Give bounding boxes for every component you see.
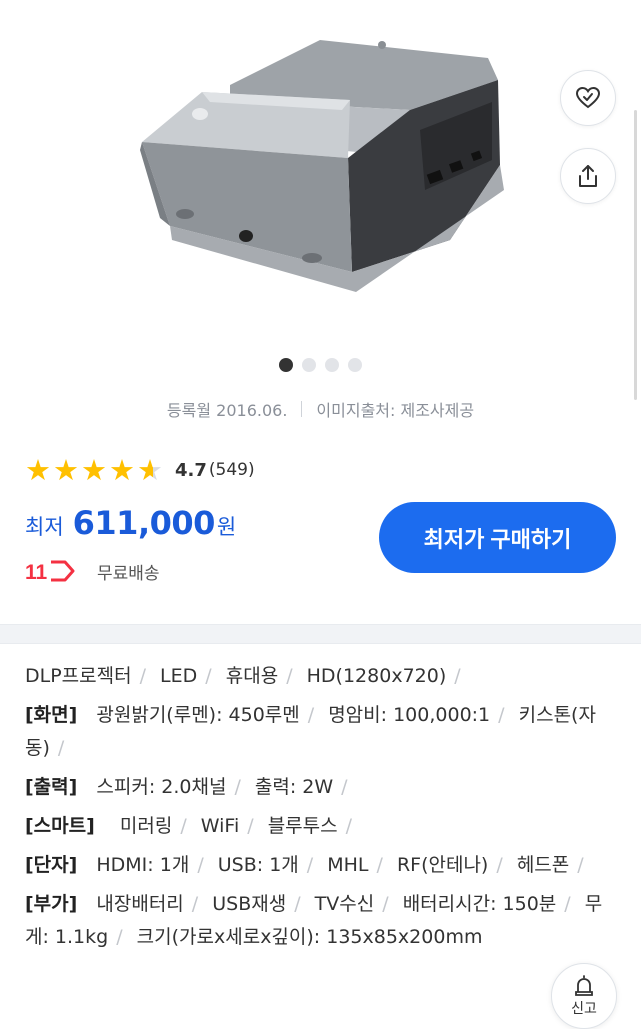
wishlist-button[interactable] bbox=[560, 70, 616, 126]
spec-ports: [단자] HDMI: 1개 / USB: 1개 / MHL / RF(안테나) / 헤드… bbox=[25, 854, 584, 876]
report-button[interactable]: 신고 bbox=[551, 963, 617, 1029]
spec-label: [화면] bbox=[25, 704, 78, 726]
spec-value: TV수신 bbox=[314, 893, 375, 915]
divider bbox=[301, 401, 303, 417]
spec-tag[interactable]: HD(1280x720) bbox=[307, 665, 447, 687]
price-prefix: 최저 bbox=[25, 515, 64, 539]
carousel-dot[interactable] bbox=[302, 358, 316, 372]
spec-value: 블루투스 bbox=[267, 815, 338, 837]
spec-tag[interactable]: 휴대용 bbox=[226, 665, 278, 687]
carousel-indicator bbox=[0, 358, 641, 372]
review-count[interactable]: (549) bbox=[209, 460, 255, 480]
spec-label: [단자] bbox=[25, 854, 78, 876]
spec-value: WiFi bbox=[200, 815, 240, 837]
star-icon: ★ bbox=[53, 453, 79, 487]
spec-value: USB: 1개 bbox=[217, 854, 299, 876]
spec-extra: [부가] 내장배터리 / USB재생 / TV수신 / 배터리시간: 150분 / 무게… bbox=[25, 893, 603, 948]
seller-info[interactable]: 11 무료배송 bbox=[25, 556, 160, 586]
section-divider bbox=[0, 624, 641, 644]
heart-check-icon bbox=[575, 86, 601, 109]
spec-value: 내장배터리 bbox=[96, 893, 184, 915]
image-meta: 등록월 2016.06. 이미지출처: 제조사제공 bbox=[0, 397, 641, 421]
spec-value: MHL bbox=[327, 854, 369, 876]
spec-value: 스피커: 2.0채널 bbox=[96, 776, 227, 798]
spec-label: [출력] bbox=[25, 776, 78, 798]
star-icon: ★ bbox=[25, 453, 51, 487]
spec-screen: [화면] 광원밝기(루멘): 450루멘 / 명암비: 100,000:1/ 키스… bbox=[25, 704, 596, 759]
product-image-area[interactable] bbox=[0, 40, 641, 440]
spec-tag[interactable]: DLP프로젝터 bbox=[25, 665, 132, 687]
share-icon bbox=[579, 165, 597, 187]
price-value: 611,000 bbox=[72, 504, 216, 542]
registered-date: 등록월 2016.06. bbox=[166, 401, 288, 420]
carousel-dot[interactable] bbox=[325, 358, 339, 372]
rating[interactable]: ★ ★ ★ ★ ★ 4.7 (549) bbox=[25, 455, 255, 485]
spec-value: 배터리시간: 150분 bbox=[402, 893, 557, 915]
share-button[interactable] bbox=[560, 148, 616, 204]
spec-value: 헤드폰 bbox=[516, 854, 570, 876]
scrollbar[interactable] bbox=[634, 110, 637, 400]
star-icon: ★ bbox=[109, 453, 135, 487]
star-half-icon: ★ bbox=[137, 453, 163, 487]
spec-value: 광원밝기(루멘): 450루멘 bbox=[96, 704, 300, 726]
seller-logo-text: 11 bbox=[25, 561, 48, 584]
spec-value: 크기(가로x세로x깊이): 135x85x200mm bbox=[136, 926, 483, 948]
rating-score: 4.7 bbox=[175, 459, 207, 481]
spec-value: USB재생 bbox=[212, 893, 287, 915]
report-label: 신고 bbox=[571, 1000, 597, 1017]
image-source: 이미지출처: 제조사제공 bbox=[316, 401, 475, 420]
spec-value: 미러링 bbox=[119, 815, 173, 837]
product-image bbox=[140, 40, 504, 292]
spec-smart: [스마트] 미러링 / WiFi / 블루투스 / bbox=[25, 815, 353, 837]
spec-value: RF(안테나) bbox=[396, 854, 489, 876]
price-unit: 원 bbox=[216, 515, 237, 539]
buy-lowest-price-button[interactable]: 최저가 구매하기 bbox=[379, 502, 616, 573]
carousel-dot[interactable] bbox=[348, 358, 362, 372]
spec-value: 출력: 2W bbox=[254, 776, 334, 798]
shipping-info: 무료배송 bbox=[97, 563, 160, 584]
top-bar bbox=[0, 0, 641, 41]
lowest-price: 최저 611,000 원 bbox=[25, 504, 236, 542]
star-icon: ★ bbox=[81, 453, 107, 487]
spec-tag[interactable]: LED bbox=[160, 665, 197, 687]
spec-summary: DLP프로젝터 / LED / 휴대용 / HD(1280x720) / [화면] 광원… bbox=[25, 660, 621, 954]
11st-logo: 11 bbox=[25, 560, 75, 584]
spec-label: [부가] bbox=[25, 893, 78, 915]
spec-value: HDMI: 1개 bbox=[96, 854, 190, 876]
spec-tags: DLP프로젝터 / LED / 휴대용 / HD(1280x720) / bbox=[25, 665, 461, 687]
spec-label: [스마트] bbox=[25, 815, 95, 837]
spec-output: [출력] 스피커: 2.0채널 / 출력: 2W / bbox=[25, 776, 348, 798]
siren-icon bbox=[575, 974, 593, 996]
carousel-dot[interactable] bbox=[279, 358, 293, 372]
spec-value: 명암비: 100,000:1 bbox=[328, 704, 491, 726]
